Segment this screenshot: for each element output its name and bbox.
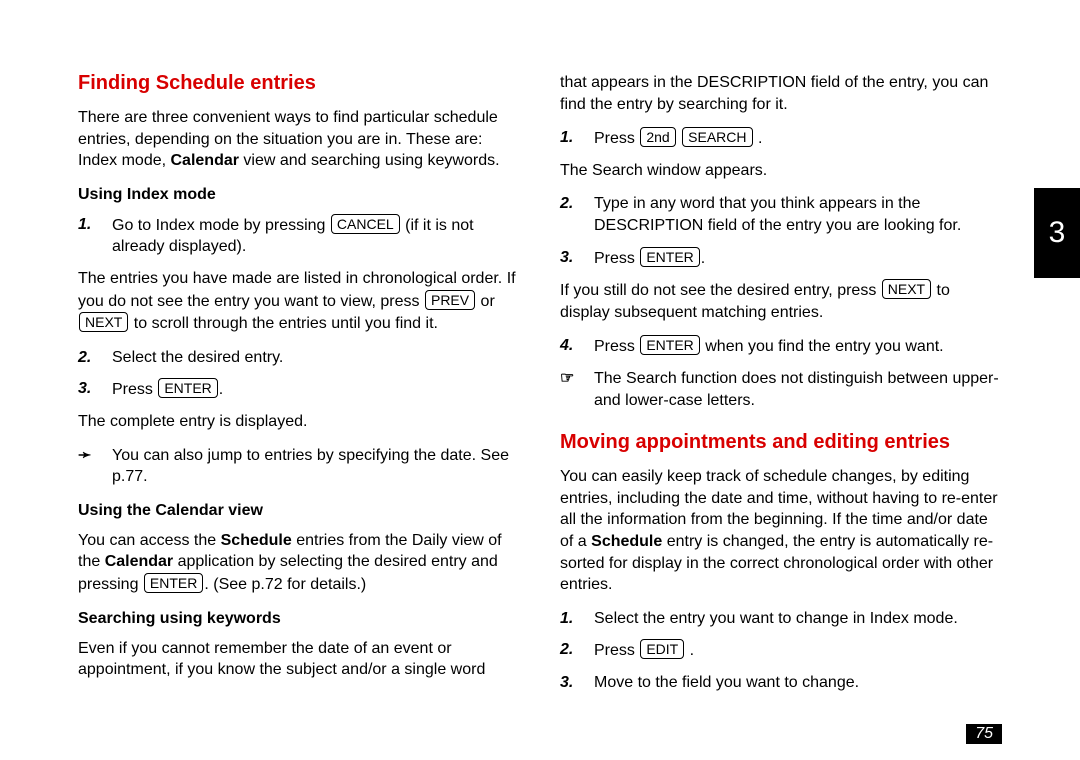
- page-number: 75: [966, 724, 1002, 744]
- para-moving: You can easily keep track of schedule ch…: [560, 466, 1002, 596]
- para-chronological: The entries you have made are listed in …: [78, 268, 520, 335]
- key-enter-4: ENTER: [640, 335, 699, 355]
- search-step-4: 4. Press ENTER when you find the entry y…: [560, 335, 1002, 358]
- step-3: 3. Press ENTER.: [78, 378, 520, 401]
- sub-calendar-view: Using the Calendar view: [78, 502, 520, 520]
- heading-moving: Moving appointments and editing entries: [560, 431, 1002, 454]
- para-keywords: Even if you cannot remember the date of …: [78, 638, 520, 681]
- tip-row: ➛ You can also jump to entries by specif…: [78, 445, 520, 488]
- step-2: 2. Select the desired entry.: [78, 347, 520, 369]
- sub-using-index: Using Index mode: [78, 186, 520, 204]
- search-step-1: 1. Press 2nd SEARCH .: [560, 127, 1002, 150]
- sub-keywords: Searching using keywords: [78, 610, 520, 628]
- note-row: ☞ The Search function does not distingui…: [560, 368, 1002, 411]
- edit-step-2: 2. Press EDIT .: [560, 639, 1002, 662]
- chapter-tab: 3: [1034, 188, 1080, 278]
- para-still-not-found: If you still do not see the desired entr…: [560, 279, 1002, 323]
- heading-finding: Finding Schedule entries: [78, 72, 520, 95]
- key-prev: PREV: [425, 290, 475, 310]
- left-column: Finding Schedule entries There are three…: [78, 72, 520, 703]
- para-search-window: The Search window appears.: [560, 160, 1002, 182]
- para-description-field: that appears in the DESCRIPTION field of…: [560, 72, 1002, 115]
- key-search: SEARCH: [682, 127, 752, 147]
- key-enter: ENTER: [158, 378, 217, 398]
- para-calendar: You can access the Schedule entries from…: [78, 530, 520, 596]
- edit-step-1: 1. Select the entry you want to change i…: [560, 608, 1002, 630]
- search-step-3: 3. Press ENTER.: [560, 247, 1002, 270]
- page: Finding Schedule entries There are three…: [0, 0, 1080, 733]
- search-step-2: 2. Type in any word that you think appea…: [560, 193, 1002, 236]
- step-1: 1. Go to Index mode by pressing CANCEL (…: [78, 214, 520, 258]
- key-enter-2: ENTER: [144, 573, 203, 593]
- right-column: that appears in the DESCRIPTION field of…: [560, 72, 1002, 703]
- edit-step-3: 3. Move to the field you want to change.: [560, 672, 1002, 694]
- key-next: NEXT: [79, 312, 128, 332]
- key-edit: EDIT: [640, 639, 684, 659]
- key-next-2: NEXT: [882, 279, 931, 299]
- intro-text: There are three convenient ways to find …: [78, 107, 520, 172]
- key-2nd: 2nd: [640, 127, 675, 147]
- key-enter-3: ENTER: [640, 247, 699, 267]
- para-complete-entry: The complete entry is displayed.: [78, 411, 520, 433]
- hand-icon: ☞: [560, 368, 594, 411]
- arrow-icon: ➛: [78, 445, 112, 488]
- key-cancel: CANCEL: [331, 214, 400, 234]
